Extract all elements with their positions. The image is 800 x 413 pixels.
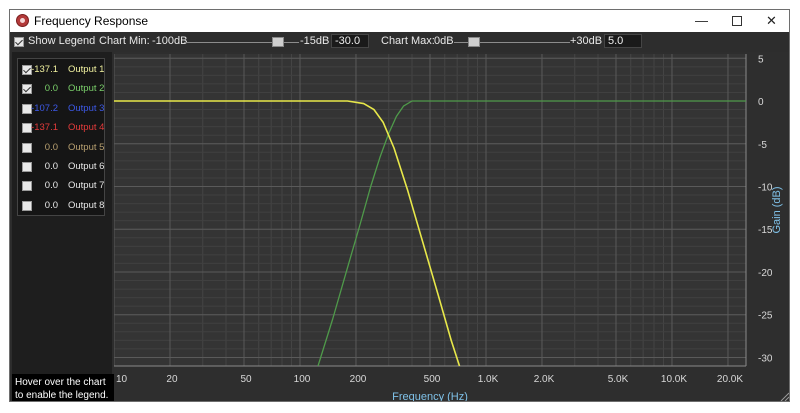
app-icon — [16, 14, 29, 27]
maximize-icon — [731, 15, 742, 26]
chart-max-label: Chart Max: — [381, 35, 435, 47]
chart-min-slider[interactable] — [272, 37, 285, 47]
close-button[interactable]: ✕ — [754, 10, 789, 32]
legend-panel: -137.1 Output 1 0.0 Output 2 -107.2 Output 3-… — [12, 52, 114, 401]
x-tick-label: 50 — [240, 374, 252, 385]
legend-row-output-6[interactable]: 0.0 Output 6 — [18, 159, 104, 175]
legend-row-output-4[interactable]: -137.1 Output 4 — [18, 120, 104, 136]
output-3-value: -107.2 — [31, 102, 58, 114]
legend-row-output-3[interactable]: -107.2 Output 3 — [18, 101, 104, 117]
output-4-value: -137.1 — [31, 122, 58, 134]
chart-max-input[interactable]: 5.0 — [604, 34, 642, 48]
show-legend-checkbox[interactable] — [14, 37, 24, 47]
output-8-checkbox[interactable] — [22, 200, 32, 211]
output-legend: -137.1 Output 1 0.0 Output 2 -107.2 Output 3-… — [17, 58, 105, 216]
chart-min-range-low: -100dB — [152, 35, 188, 47]
output-2-checkbox[interactable] — [22, 84, 32, 95]
x-tick-label: 200 — [350, 374, 367, 385]
frequency-response-window: Frequency Response — ✕ Show Legend Chart… — [9, 9, 790, 402]
window-title: Frequency Response — [34, 14, 149, 28]
output-2-value: 0.0 — [44, 83, 58, 95]
output-5-value: 0.0 — [44, 141, 58, 153]
x-tick-label: 5.0K — [608, 374, 629, 385]
output-7-name: Output 7 — [68, 180, 105, 192]
x-tick-label: 100 — [294, 374, 311, 385]
output-5-checkbox[interactable] — [22, 142, 32, 153]
y-tick-label: -20 — [758, 268, 773, 279]
x-tick-label: 10.0K — [661, 374, 687, 385]
x-tick-label: 1.0K — [478, 374, 499, 385]
y-tick-label: -30 — [758, 353, 773, 364]
legend-row-output-7[interactable]: 0.0 Output 7 — [18, 178, 104, 194]
output-3-name: Output 3 — [68, 102, 105, 114]
resize-grip-icon[interactable] — [780, 392, 789, 401]
chart-min-range-high: -15dB — [300, 35, 330, 47]
output-6-checkbox[interactable] — [22, 162, 32, 172]
output-7-checkbox[interactable] — [22, 181, 32, 192]
legend-row-output-1[interactable]: -137.1 Output 1 — [18, 62, 104, 78]
output-2-name: Output 2 — [68, 83, 105, 95]
output-6-value: 0.0 — [44, 161, 58, 172]
legend-row-output-5[interactable]: 0.0 Output 5 — [18, 140, 104, 156]
chart-max-range-high: +30dB — [570, 35, 603, 47]
maximize-button[interactable] — [719, 10, 754, 32]
y-tick-label: -25 — [758, 311, 773, 322]
output-8-name: Output 8 — [68, 199, 105, 211]
show-legend-label: Show Legend — [28, 35, 96, 47]
chart-min-label: Chart Min: — [99, 35, 150, 47]
output-1-name: Output 1 — [68, 64, 105, 75]
x-axis-title: Frequency (Hz) — [392, 391, 468, 402]
y-axis-title: Gain (dB) — [771, 186, 783, 233]
x-tick-label: 10 — [116, 374, 128, 385]
legend-hint: Hover over the chart to enable the legen… — [12, 374, 114, 401]
chart-area[interactable]: 10 20 50 100 200 500 1.0K 2.0K 5.0K 10.0K 20.0K 5 0-… — [113, 52, 790, 402]
output-6-name: Output 6 — [68, 161, 105, 172]
x-tick-label: 500 — [424, 374, 441, 385]
output-8-value: 0.0 — [44, 199, 58, 211]
output-7-value: 0.0 — [44, 180, 58, 192]
chart-max-range-low: 0dB — [434, 35, 454, 47]
y-tick-label: 0 — [758, 97, 764, 108]
chart-min-input[interactable]: -30.0 — [331, 34, 369, 48]
x-tick-label: 20 — [166, 374, 178, 385]
legend-row-output-2[interactable]: 0.0 Output 2 — [18, 81, 104, 97]
output-1-value: -137.1 — [31, 64, 58, 75]
toolbar: Show Legend Chart Min: -100dB -15dB -30.… — [10, 33, 789, 50]
minimize-button[interactable]: — — [684, 10, 719, 32]
y-tick-label: 5 — [758, 54, 764, 65]
title-bar: Frequency Response — ✕ — [10, 10, 789, 32]
x-tick-label: 2.0K — [534, 374, 555, 385]
chart-max-slider[interactable] — [467, 37, 480, 47]
legend-row-output-8[interactable]: 0.0 Output 8 — [18, 198, 104, 214]
output-5-name: Output 5 — [68, 141, 105, 153]
frequency-response-chart[interactable]: 10 20 50 100 200 500 1.0K 2.0K 5.0K 10.0K 20.0K50-… — [113, 52, 790, 402]
y-tick-label: -5 — [758, 140, 767, 151]
x-tick-label: 20.0K — [717, 374, 743, 385]
output-4-name: Output 4 — [68, 122, 105, 134]
